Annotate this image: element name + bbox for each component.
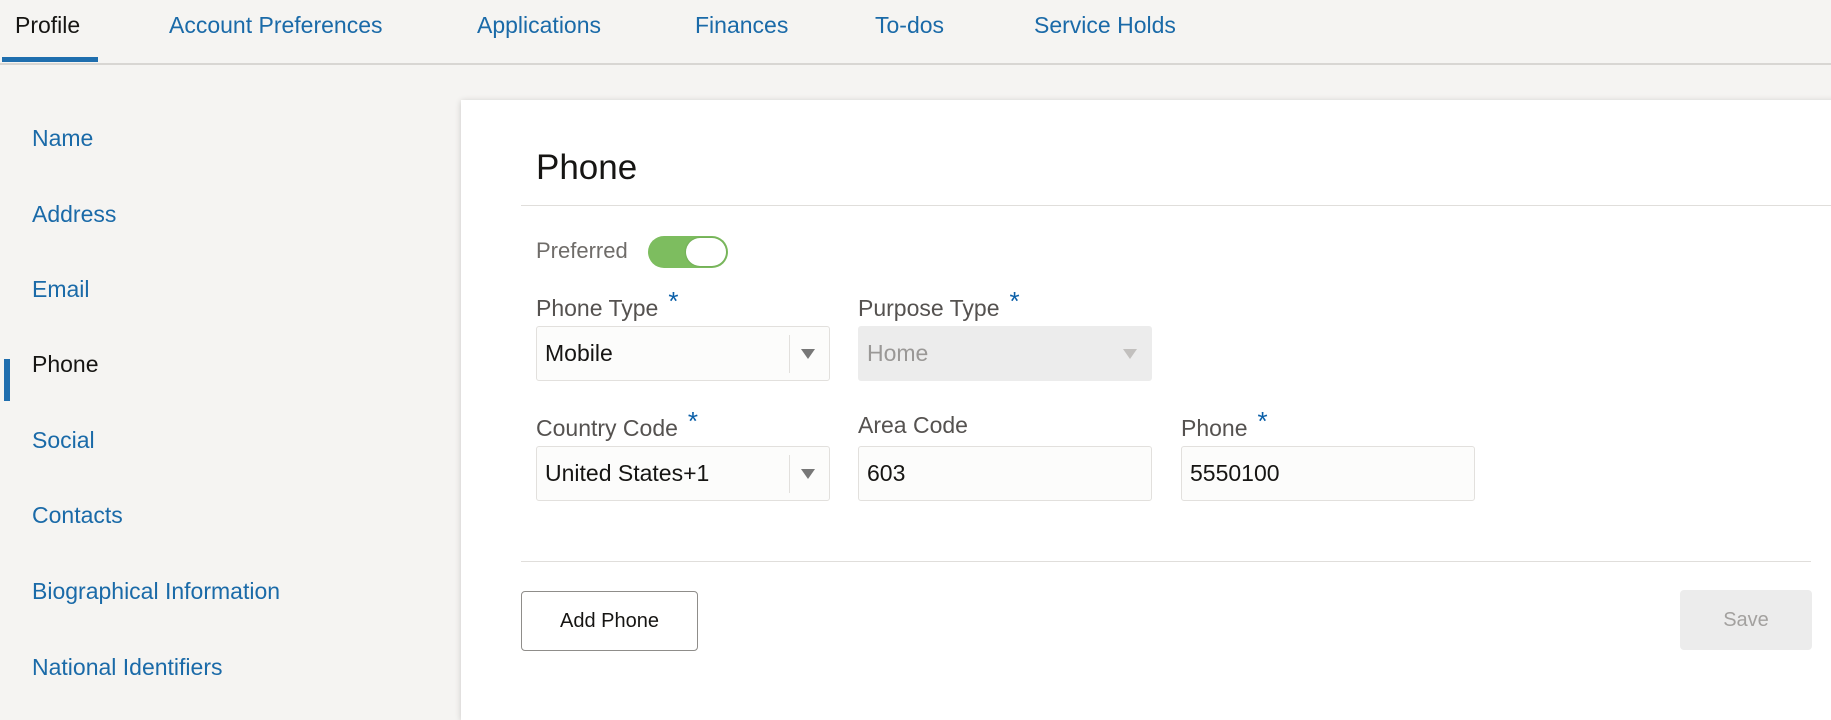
sidebar-item-biographical-information[interactable]: Biographical Information bbox=[32, 578, 280, 605]
phone-card: Phone Preferred Phone Type * Mobile Purpo… bbox=[461, 100, 1831, 720]
select-value: United States+1 bbox=[545, 460, 710, 486]
save-button[interactable]: Save bbox=[1680, 590, 1812, 650]
label-text: Purpose Type bbox=[858, 295, 1000, 321]
toggle-knob bbox=[686, 238, 726, 266]
required-icon: * bbox=[687, 406, 699, 436]
preferred-label: Preferred bbox=[536, 238, 628, 263]
area-code-input[interactable]: 603 bbox=[858, 446, 1152, 501]
add-phone-button[interactable]: Add Phone bbox=[521, 591, 698, 651]
purpose-type-label: Purpose Type * bbox=[858, 286, 1020, 323]
phone-input[interactable]: 5550100 bbox=[1181, 446, 1475, 501]
tab-to-dos[interactable]: To-dos bbox=[875, 12, 944, 39]
required-icon: * bbox=[1257, 406, 1268, 436]
sidebar-item-email[interactable]: Email bbox=[32, 276, 90, 303]
top-tab-bar: Profile Account Preferences Applications… bbox=[0, 0, 1831, 65]
label-text: Country Code bbox=[536, 415, 678, 441]
separator bbox=[789, 455, 790, 493]
label-text: Phone bbox=[1181, 415, 1248, 441]
tab-applications[interactable]: Applications bbox=[477, 12, 601, 39]
sidebar-item-contacts[interactable]: Contacts bbox=[32, 502, 123, 529]
country-code-select[interactable]: United States+1 bbox=[536, 446, 830, 501]
chevron-down-icon bbox=[1123, 349, 1137, 359]
tab-account-preferences[interactable]: Account Preferences bbox=[169, 12, 383, 39]
sidebar-item-national-identifiers[interactable]: National Identifiers bbox=[32, 654, 223, 681]
sidebar-item-phone[interactable]: Phone bbox=[32, 351, 99, 378]
tab-finances[interactable]: Finances bbox=[695, 12, 788, 39]
sidebar-item-address[interactable]: Address bbox=[32, 201, 116, 228]
phone-type-select[interactable]: Mobile bbox=[536, 326, 830, 381]
area-code-label: Area Code bbox=[858, 412, 968, 439]
label-text: Area Code bbox=[858, 412, 968, 438]
active-sidebar-indicator bbox=[4, 359, 10, 401]
phone-label: Phone * bbox=[1181, 406, 1268, 443]
label-text: Phone Type bbox=[536, 295, 659, 321]
select-value: Home bbox=[867, 340, 929, 366]
required-icon: * bbox=[1009, 286, 1020, 316]
preferred-toggle[interactable] bbox=[648, 236, 728, 268]
chevron-down-icon bbox=[801, 349, 815, 359]
purpose-type-select: Home bbox=[858, 326, 1152, 381]
active-tab-indicator bbox=[2, 57, 98, 62]
sidebar-item-social[interactable]: Social bbox=[32, 427, 95, 454]
page-title: Phone bbox=[536, 148, 638, 187]
separator bbox=[789, 335, 790, 373]
select-value: Mobile bbox=[545, 340, 613, 366]
chevron-down-icon bbox=[801, 469, 815, 479]
required-icon: * bbox=[668, 286, 679, 316]
tab-service-holds[interactable]: Service Holds bbox=[1034, 12, 1176, 39]
divider bbox=[521, 561, 1811, 562]
phone-type-label: Phone Type * bbox=[536, 286, 678, 323]
divider bbox=[521, 205, 1831, 206]
tab-profile[interactable]: Profile bbox=[15, 12, 80, 39]
sidebar-item-name[interactable]: Name bbox=[32, 125, 93, 152]
country-code-label: Country Code * bbox=[536, 406, 698, 443]
